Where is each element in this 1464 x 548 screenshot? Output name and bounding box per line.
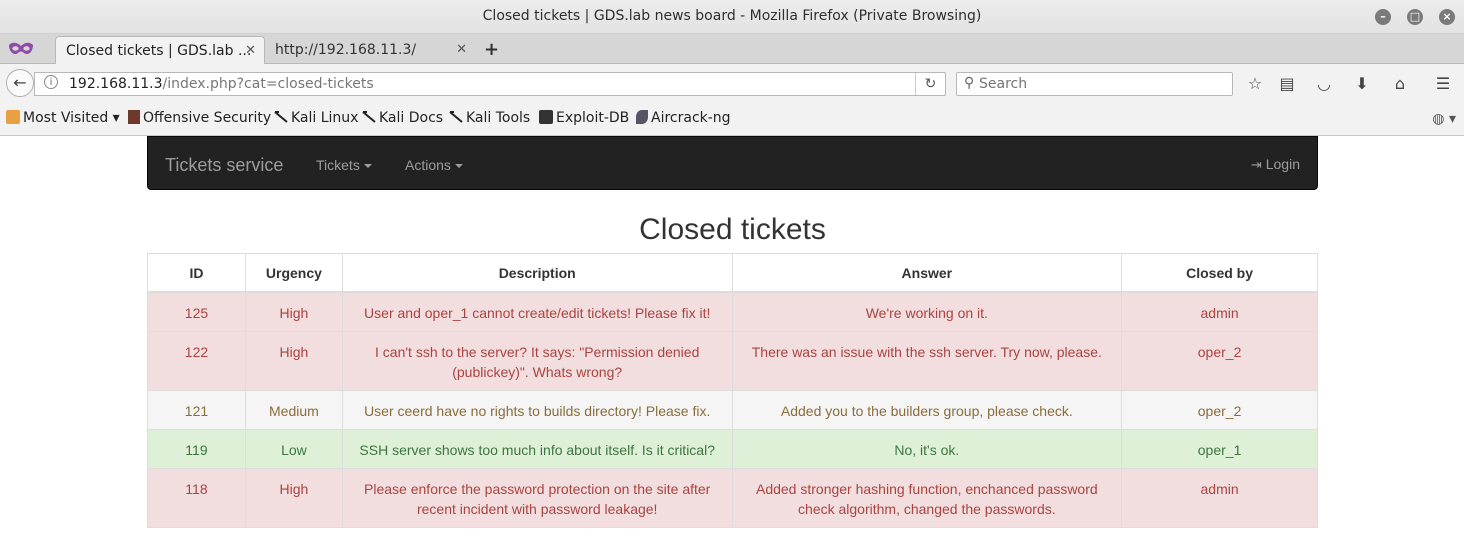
tab-bar: Closed tickets | GDS.lab ... ✕ http://19… <box>0 34 1464 64</box>
column-header-answer: Answer <box>731 253 1123 293</box>
tab-label: Closed tickets | GDS.lab ... <box>66 43 252 59</box>
ticket-id: 125 <box>147 291 246 332</box>
bookmarks-toolbar: Most Visited ▾ Offensive Security Kali L… <box>0 102 1464 136</box>
column-header-description: Description <box>341 253 733 293</box>
ticket-closed-by: oper_1 <box>1121 429 1318 469</box>
url-text[interactable]: 192.168.11.3/index.php?cat=closed-ticket… <box>69 76 374 92</box>
ticket-id: 121 <box>147 390 246 430</box>
aircrack-icon <box>636 110 648 124</box>
bookmark-offensive-security[interactable]: Offensive Security <box>128 110 271 126</box>
kali-dragon-icon <box>362 110 376 124</box>
new-tab-button[interactable]: + <box>484 39 499 60</box>
menu-icon[interactable]: ☰ <box>1432 73 1454 95</box>
back-button[interactable]: ← <box>6 69 34 97</box>
search-bar[interactable]: ⚲ <box>956 72 1233 96</box>
ticket-urgency: High <box>244 468 343 528</box>
minimize-icon[interactable]: – <box>1375 9 1391 25</box>
ticket-description: User ceerd have no rights to builds dire… <box>341 390 733 430</box>
bookmark-kali-linux[interactable]: Kali Linux <box>274 110 358 126</box>
page-title: Closed tickets <box>639 213 826 246</box>
login-link[interactable]: ⇥ Login <box>1251 156 1300 173</box>
close-tab-icon[interactable]: ✕ <box>245 43 256 58</box>
navigation-toolbar: ← i 192.168.11.3/index.php?cat=closed-ti… <box>0 64 1464 102</box>
pocket-icon[interactable]: ◡ <box>1313 73 1335 95</box>
ticket-closed-by: admin <box>1121 468 1318 528</box>
ticket-closed-by: oper_2 <box>1121 331 1318 391</box>
ticket-id: 122 <box>147 331 246 391</box>
login-icon: ⇥ <box>1250 157 1262 172</box>
app-navbar: Tickets service Tickets Actions ⇥ Login <box>147 136 1318 190</box>
table-row: 122 High I can't ssh to the server? It s… <box>147 331 1318 391</box>
bookmark-star-icon[interactable]: ☆ <box>1244 73 1266 95</box>
ticket-closed-by: admin <box>1121 291 1318 332</box>
private-browsing-mask-icon <box>9 42 33 55</box>
ticket-answer: Added you to the builders group, please … <box>731 390 1123 430</box>
ticket-urgency: High <box>244 291 343 332</box>
maximize-icon[interactable]: □ <box>1407 9 1423 25</box>
ticket-urgency: High <box>244 331 343 391</box>
ticket-id: 118 <box>147 468 246 528</box>
url-bar[interactable]: i 192.168.11.3/index.php?cat=closed-tick… <box>34 72 946 96</box>
table-row: 119 Low SSH server shows too much info a… <box>147 429 1318 469</box>
column-header-id: ID <box>147 253 246 293</box>
language-globe-icon[interactable]: ◍ ▾ <box>1432 111 1456 127</box>
ticket-answer: No, it's ok. <box>731 429 1123 469</box>
bookmark-aircrack-ng[interactable]: Aircrack-ng <box>636 110 731 126</box>
search-input[interactable] <box>979 75 1219 93</box>
bookmark-exploit-db[interactable]: Exploit-DB <box>539 110 629 126</box>
reload-icon[interactable]: ↻ <box>915 73 945 95</box>
close-window-icon[interactable]: × <box>1439 9 1455 25</box>
closed-tickets-table: ID Urgency Description Answer Closed by … <box>147 253 1318 528</box>
ticket-answer: We're working on it. <box>731 291 1123 332</box>
ticket-id: 119 <box>147 429 246 469</box>
table-row: 118 High Please enforce the password pro… <box>147 468 1318 528</box>
table-row: 125 High User and oper_1 cannot create/e… <box>147 291 1318 332</box>
actions-dropdown[interactable]: Actions <box>405 157 463 173</box>
window-title: Closed tickets | GDS.lab news board - Mo… <box>482 8 982 24</box>
table-header-row: ID Urgency Description Answer Closed by <box>147 253 1318 293</box>
most-visited-icon <box>6 110 20 124</box>
page-content: Tickets service Tickets Actions ⇥ Login C… <box>0 136 1464 548</box>
tickets-dropdown[interactable]: Tickets <box>316 157 372 173</box>
ticket-description: SSH server shows too much info about its… <box>341 429 733 469</box>
ticket-description: I can't ssh to the server? It says: "Per… <box>341 331 733 391</box>
column-header-urgency: Urgency <box>244 253 343 293</box>
home-icon[interactable]: ⌂ <box>1389 73 1411 95</box>
ticket-closed-by: oper_2 <box>1121 390 1318 430</box>
ticket-description: Please enforce the password protection o… <box>341 468 733 528</box>
window-titlebar: Closed tickets | GDS.lab news board - Mo… <box>0 0 1464 34</box>
bookmark-kali-docs[interactable]: Kali Docs <box>362 110 443 126</box>
ticket-urgency: Medium <box>244 390 343 430</box>
bookmark-most-visited[interactable]: Most Visited ▾ <box>6 110 120 126</box>
tab-192-168-11-3[interactable]: http://192.168.11.3/ ✕ <box>265 36 475 64</box>
ticket-urgency: Low <box>244 429 343 469</box>
ticket-description: User and oper_1 cannot create/edit ticke… <box>341 291 733 332</box>
close-tab-icon[interactable]: ✕ <box>456 42 467 57</box>
kali-dragon-icon <box>274 110 288 124</box>
downloads-icon[interactable]: ⬇ <box>1351 73 1373 95</box>
table-row: 121 Medium User ceerd have no rights to … <box>147 390 1318 430</box>
reading-list-icon[interactable]: ▤ <box>1276 73 1298 95</box>
caret-down-icon <box>454 164 463 168</box>
bookmark-kali-tools[interactable]: Kali Tools <box>449 110 530 126</box>
exploitdb-icon <box>539 110 553 124</box>
site-info-icon[interactable]: i <box>44 75 58 89</box>
kali-dragon-icon <box>449 110 463 124</box>
brand-link[interactable]: Tickets service <box>165 155 283 176</box>
column-header-closed-by: Closed by <box>1121 253 1318 293</box>
ticket-answer: There was an issue with the ssh server. … <box>731 331 1123 391</box>
search-icon: ⚲ <box>964 75 975 91</box>
tab-closed-tickets[interactable]: Closed tickets | GDS.lab ... ✕ <box>55 36 265 64</box>
ticket-answer: Added stronger hashing function, enchanc… <box>731 468 1123 528</box>
caret-down-icon <box>363 164 372 168</box>
offsec-icon <box>128 110 140 124</box>
tab-label: http://192.168.11.3/ <box>275 42 417 58</box>
